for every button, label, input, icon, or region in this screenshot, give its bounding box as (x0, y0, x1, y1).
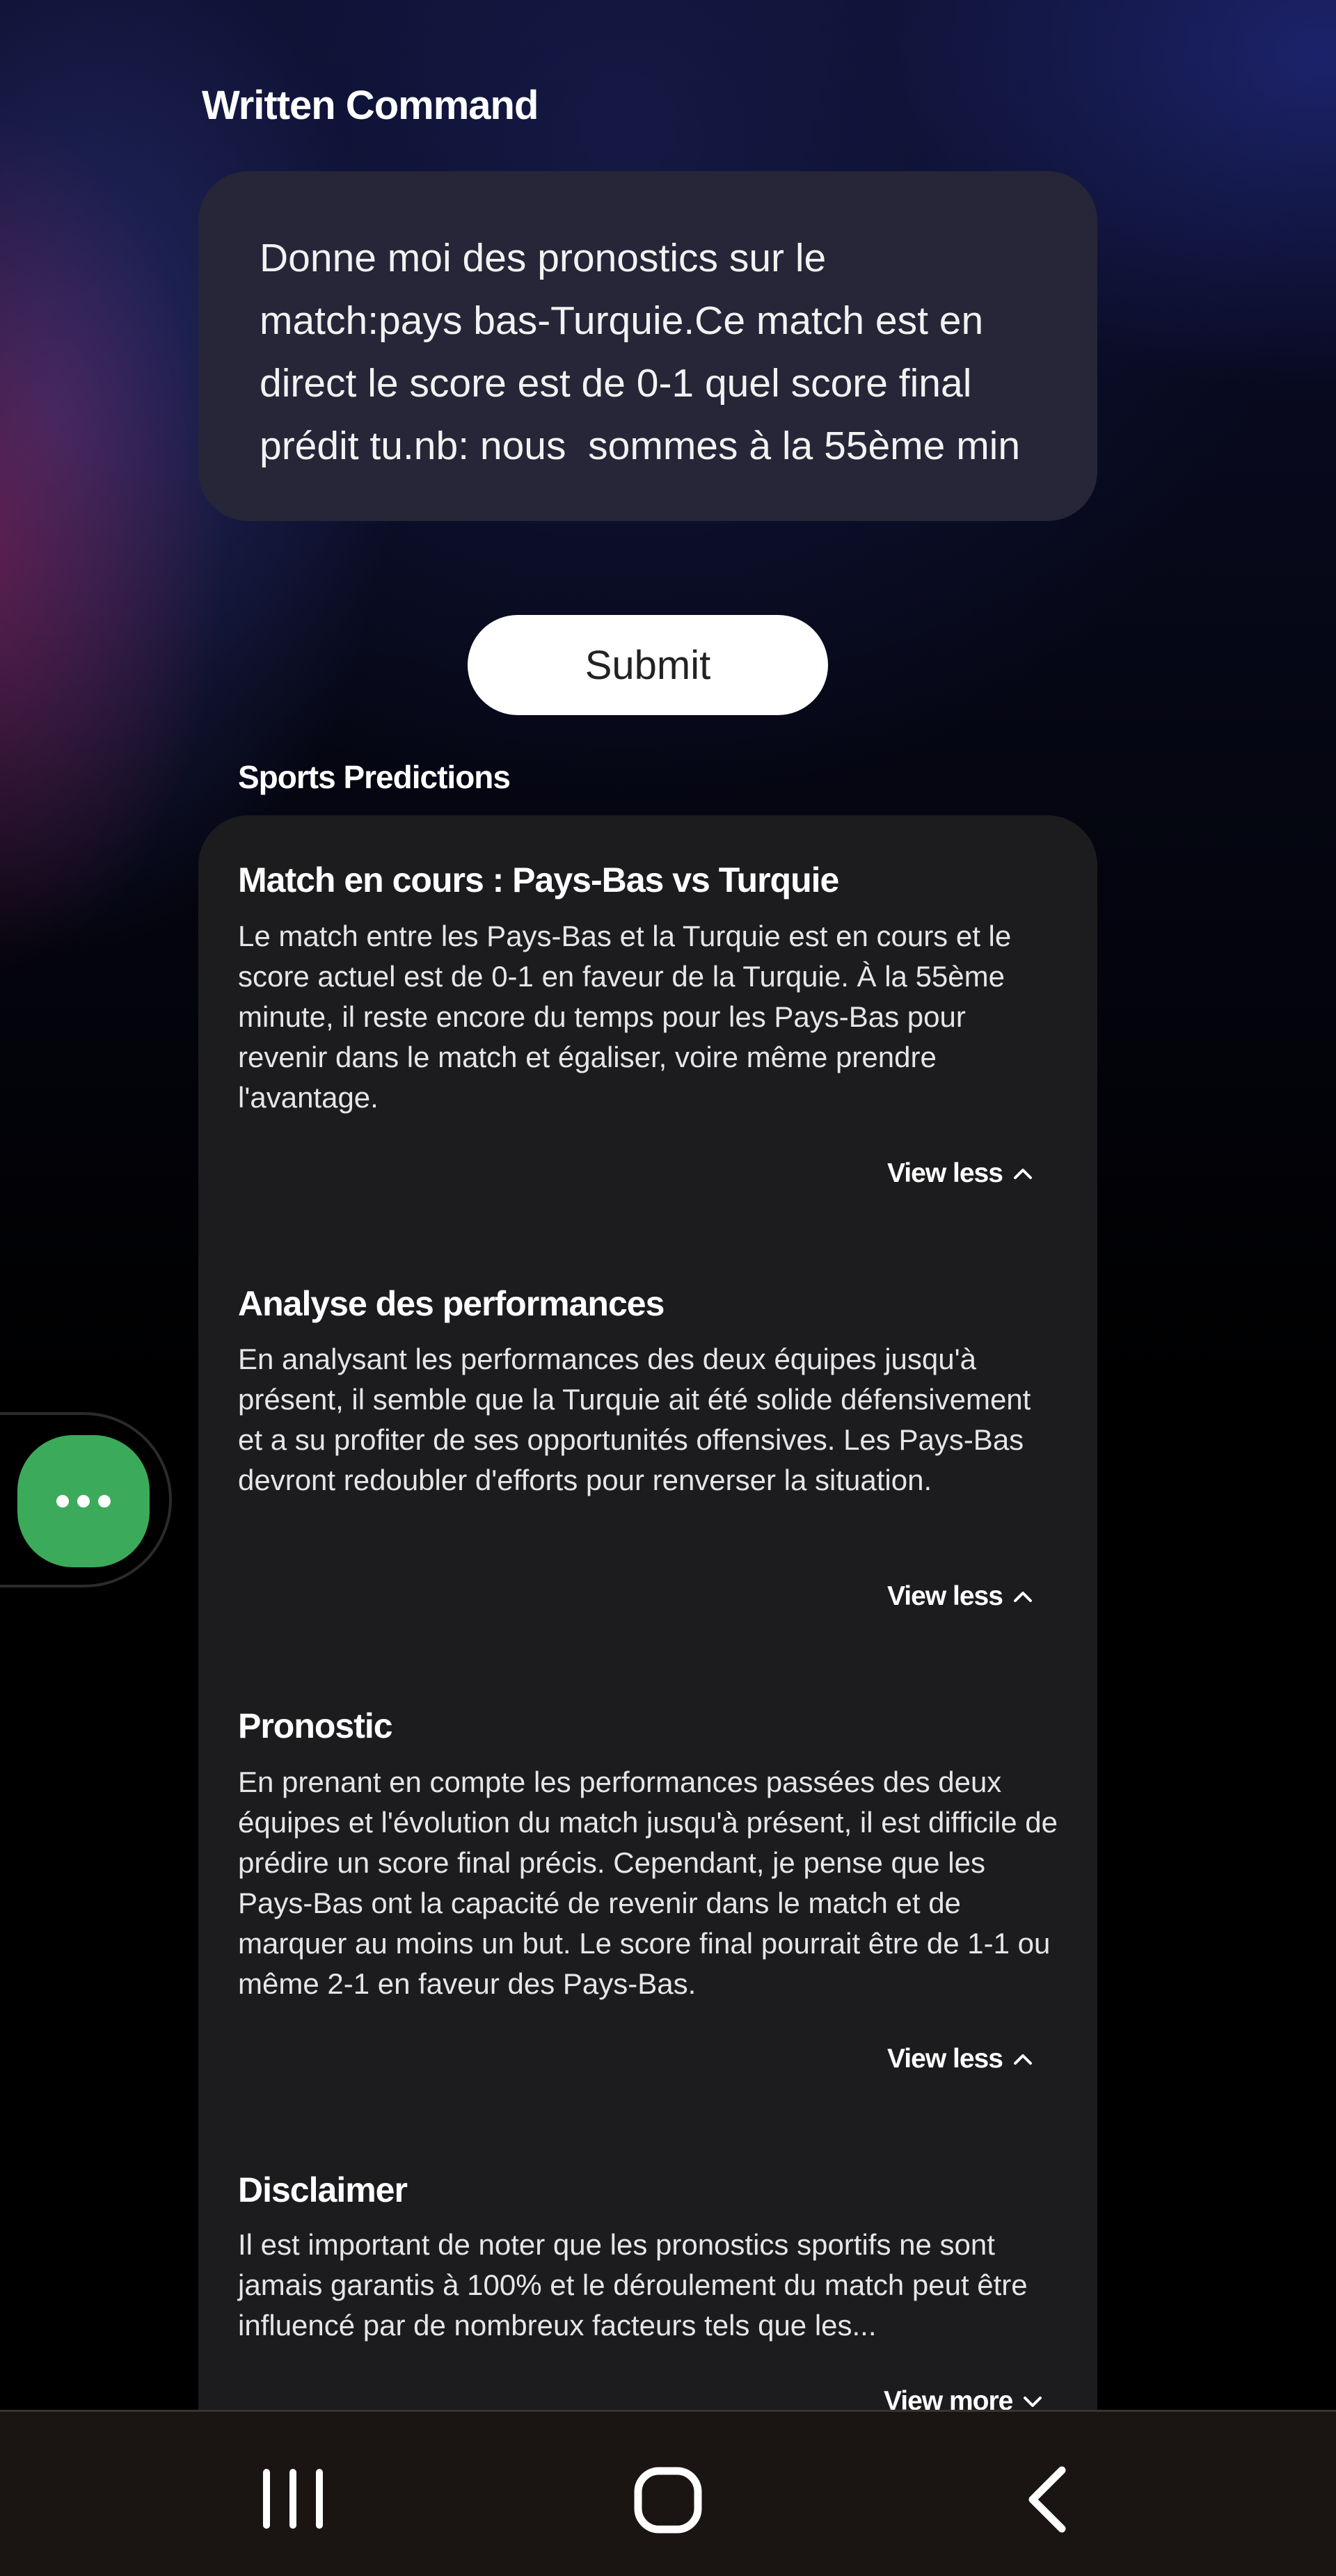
chevron-up-icon (1013, 2054, 1032, 2065)
more-dots-icon (56, 1495, 111, 1507)
prediction-body-pronostic: En prenant en compte les performances pa… (238, 1766, 1058, 2000)
recent-apps-icon (263, 2469, 323, 2529)
chevron-down-icon (1024, 2397, 1042, 2407)
view-less-button-pronostic[interactable]: View less (887, 2044, 1033, 2074)
submit-button[interactable]: Submit (468, 615, 828, 715)
recent-apps-button[interactable] (262, 2467, 324, 2534)
prediction-heading-pronostic: Pronostic (238, 1706, 393, 1745)
prediction-body-match: Le match entre les Pays-Bas et la Turqui… (238, 920, 1012, 1114)
system-navigation-bar (0, 2410, 1336, 2576)
view-toggle-label: View less (887, 2044, 1003, 2074)
prediction-heading-disclaimer: Disclaimer (238, 2170, 408, 2209)
view-toggle-label: View less (887, 1158, 1003, 1188)
prediction-body-disclaimer: Il est important de noter que les pronos… (238, 2228, 1028, 2342)
home-icon (634, 2467, 702, 2534)
prediction-heading-analysis: Analyse des performances (238, 1284, 665, 1323)
command-input-box[interactable]: Donne moi des pronostics sur le match:pa… (198, 171, 1097, 521)
chevron-up-icon (1013, 1169, 1032, 1179)
view-toggle-label: View more (884, 2386, 1013, 2410)
sports-predictions-title: Sports Predictions (238, 759, 511, 795)
view-less-button-match[interactable]: View less (887, 1158, 1033, 1189)
view-toggle-label: View less (887, 1581, 1003, 1611)
home-button[interactable] (633, 2466, 703, 2538)
view-more-button-disclaimer[interactable]: View more (884, 2386, 1043, 2410)
view-less-button-analysis[interactable]: View less (887, 1581, 1033, 1612)
written-command-title: Written Command (202, 83, 539, 128)
prediction-heading-match: Match en cours : Pays-Bas vs Turquie (238, 861, 839, 899)
floating-menu-button[interactable] (17, 1435, 150, 1567)
prediction-body-analysis: En analysant les performances des deux é… (238, 1343, 1031, 1496)
command-text[interactable]: Donne moi des pronostics sur le match:pa… (260, 227, 1053, 477)
back-icon (1028, 2466, 1066, 2533)
back-button[interactable] (1023, 2465, 1072, 2538)
view-more-clip: View more (884, 2386, 1043, 2410)
chevron-up-icon (1013, 1592, 1032, 1602)
